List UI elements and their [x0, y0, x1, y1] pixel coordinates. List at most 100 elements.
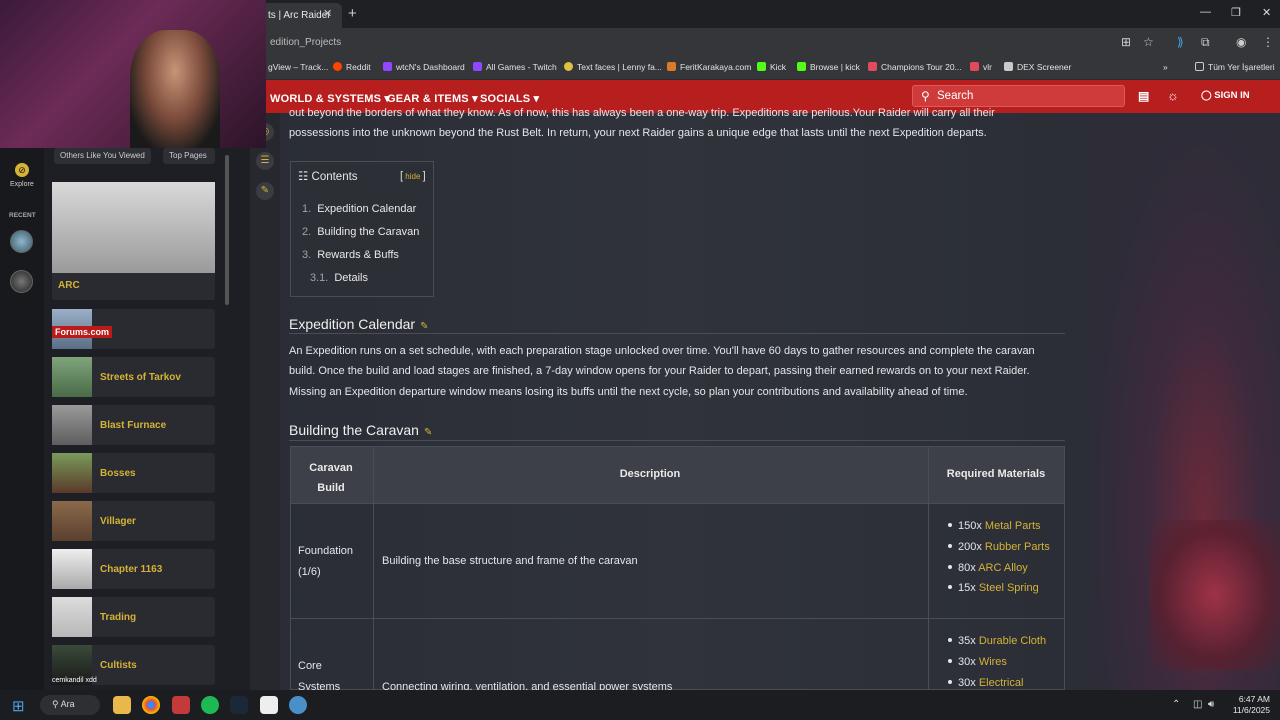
- chip-others-viewed[interactable]: Others Like You Viewed: [54, 148, 151, 164]
- compass-icon[interactable]: ⊘: [15, 163, 29, 177]
- bookmark-item[interactable]: gView – Track...: [268, 62, 328, 72]
- card-thumbnail: [52, 597, 92, 637]
- edit-pencil-icon[interactable]: ✎: [256, 182, 274, 200]
- calendar-text: An Expedition runs on a set schedule, wi…: [289, 345, 1035, 357]
- extension-icon[interactable]: ⟫: [1177, 35, 1184, 49]
- material-item: 80x ARC Alloy: [948, 562, 1028, 574]
- panel-scrollbar[interactable]: [225, 155, 229, 305]
- table-row-divider: [291, 503, 1064, 504]
- card-image: [52, 182, 215, 273]
- tab-title: ts | Arc Raider: [268, 10, 331, 21]
- app-icon[interactable]: [260, 696, 278, 714]
- stream-overlay-label: Forums.com: [52, 326, 113, 338]
- maximize-icon[interactable]: ❐: [1231, 6, 1241, 19]
- material-link[interactable]: Rubber Parts: [985, 541, 1050, 553]
- calendar-text: Missing an Expedition departure window m…: [289, 386, 968, 398]
- toc-title: ☷ Contents: [298, 171, 358, 183]
- bookmarks-overflow-icon[interactable]: »: [1163, 62, 1168, 72]
- windows-start-icon[interactable]: ⊞: [12, 697, 25, 715]
- edit-section-icon[interactable]: ✎: [424, 427, 432, 438]
- bookmark-item[interactable]: vlr: [970, 62, 992, 72]
- edit-section-icon[interactable]: ✎: [420, 321, 428, 332]
- material-item: 200x Rubber Parts: [948, 541, 1050, 553]
- card-label: Cultists: [100, 660, 137, 671]
- chrome-icon[interactable]: [142, 696, 160, 714]
- chip-top-pages[interactable]: Top Pages: [163, 148, 215, 164]
- sign-in-button[interactable]: ◯ SIGN IN: [1201, 90, 1250, 101]
- bookmark-item[interactable]: All Games - Twitch: [473, 62, 557, 72]
- toc-item[interactable]: 3. Rewards & Buffs: [302, 249, 399, 261]
- close-window-icon[interactable]: ✕: [1262, 6, 1271, 19]
- tray-expand-icon[interactable]: ⌃: [1172, 699, 1180, 710]
- search-icon: ⚲: [921, 89, 930, 103]
- divider: [289, 440, 1065, 441]
- intro-line: possessions into the unknown beyond the …: [289, 127, 987, 139]
- calendar-text: build. Once the build and load stages ar…: [289, 365, 1030, 377]
- toc-hide-toggle[interactable]: [ hide ]: [400, 170, 426, 182]
- bookmark-item[interactable]: wtcN's Dashboard: [383, 62, 465, 72]
- card-thumbnail: [52, 405, 92, 445]
- streamer-image: [130, 30, 220, 148]
- app-icon[interactable]: [289, 696, 307, 714]
- bookmark-item[interactable]: Text faces | Lenny fa...: [564, 62, 662, 72]
- bookmark-item[interactable]: Kick: [757, 62, 786, 72]
- chat-icon[interactable]: ▤: [1138, 89, 1150, 103]
- taskbar-search[interactable]: ⚲ Ara: [40, 695, 100, 715]
- bookmark-item[interactable]: Browse | kick: [797, 62, 860, 72]
- file-explorer-icon[interactable]: [113, 696, 131, 714]
- card-label: Streets of Tarkov: [100, 372, 181, 383]
- card-thumbnail: [52, 357, 92, 397]
- card-thumbnail: [52, 549, 92, 589]
- network-icon[interactable]: ◫: [1193, 699, 1202, 710]
- theme-toggle-icon[interactable]: ☼: [1167, 88, 1179, 103]
- url-field[interactable]: edition_Projects: [270, 37, 341, 48]
- avatar[interactable]: [10, 270, 33, 293]
- material-link[interactable]: ARC Alloy: [978, 562, 1028, 574]
- material-link[interactable]: Electrical: [979, 677, 1024, 689]
- intro-line: out beyond the borders of what they know…: [289, 107, 995, 119]
- bookmark-item[interactable]: FeritKarakaya.com: [667, 62, 751, 72]
- bookmark-item[interactable]: DEX Screener: [1004, 62, 1071, 72]
- bookmark-star-icon[interactable]: ☆: [1143, 35, 1154, 49]
- profile-avatar-icon[interactable]: ◉: [1236, 35, 1246, 49]
- bookmark-item[interactable]: Reddit: [333, 62, 371, 72]
- avatar[interactable]: [10, 230, 33, 253]
- toc-item[interactable]: 2. Building the Caravan: [302, 226, 419, 238]
- search-placeholder: Search: [937, 90, 974, 102]
- table-cell-build: Foundation (1/6): [298, 545, 354, 578]
- toc-list-icon: ☷: [298, 171, 309, 183]
- nav-explore[interactable]: Explore: [10, 181, 34, 188]
- close-tab-icon[interactable]: ✕: [323, 7, 332, 20]
- menu-kebab-icon[interactable]: ⋮: [1262, 35, 1274, 49]
- material-link[interactable]: Durable Cloth: [979, 635, 1046, 647]
- material-item: 15x Steel Spring: [948, 582, 1039, 594]
- table-cell-description: Building the base structure and frame of…: [382, 555, 638, 567]
- system-clock[interactable]: 6:47 AM 11/6/2025: [1228, 694, 1270, 716]
- toc-item[interactable]: 3.1. Details: [310, 272, 368, 284]
- app-icon[interactable]: [172, 696, 190, 714]
- divider: [289, 333, 1065, 334]
- minimize-icon[interactable]: —: [1200, 6, 1211, 18]
- material-item: 35x Durable Cloth: [948, 635, 1046, 647]
- material-item: 30x Wires: [948, 656, 1007, 668]
- table-col-divider: [373, 447, 374, 690]
- section-heading: Building the Caravan ✎: [289, 422, 433, 438]
- extensions-puzzle-icon[interactable]: ⧉: [1201, 35, 1210, 50]
- card-label: Trading: [100, 612, 137, 623]
- card-label: Bosses: [100, 468, 136, 479]
- user-icon: ◯: [1201, 90, 1212, 101]
- column-header: Required Materials: [946, 468, 1046, 480]
- volume-icon[interactable]: 🔊︎: [1208, 699, 1214, 710]
- table-col-divider: [928, 447, 929, 690]
- material-link[interactable]: Steel Spring: [979, 582, 1039, 594]
- bookmark-item[interactable]: Champions Tour 20...: [868, 62, 962, 72]
- steam-icon[interactable]: [230, 696, 248, 714]
- translate-icon[interactable]: ⊞: [1121, 35, 1131, 49]
- material-link[interactable]: Wires: [979, 656, 1007, 668]
- toc-item[interactable]: 1. Expedition Calendar: [302, 203, 416, 215]
- new-tab-icon[interactable]: +: [348, 5, 357, 22]
- all-bookmarks-folder[interactable]: Tüm Yer İşaretleri: [1195, 62, 1275, 72]
- list-icon[interactable]: ☰: [256, 152, 274, 170]
- material-link[interactable]: Metal Parts: [985, 520, 1041, 532]
- spotify-icon[interactable]: [201, 696, 219, 714]
